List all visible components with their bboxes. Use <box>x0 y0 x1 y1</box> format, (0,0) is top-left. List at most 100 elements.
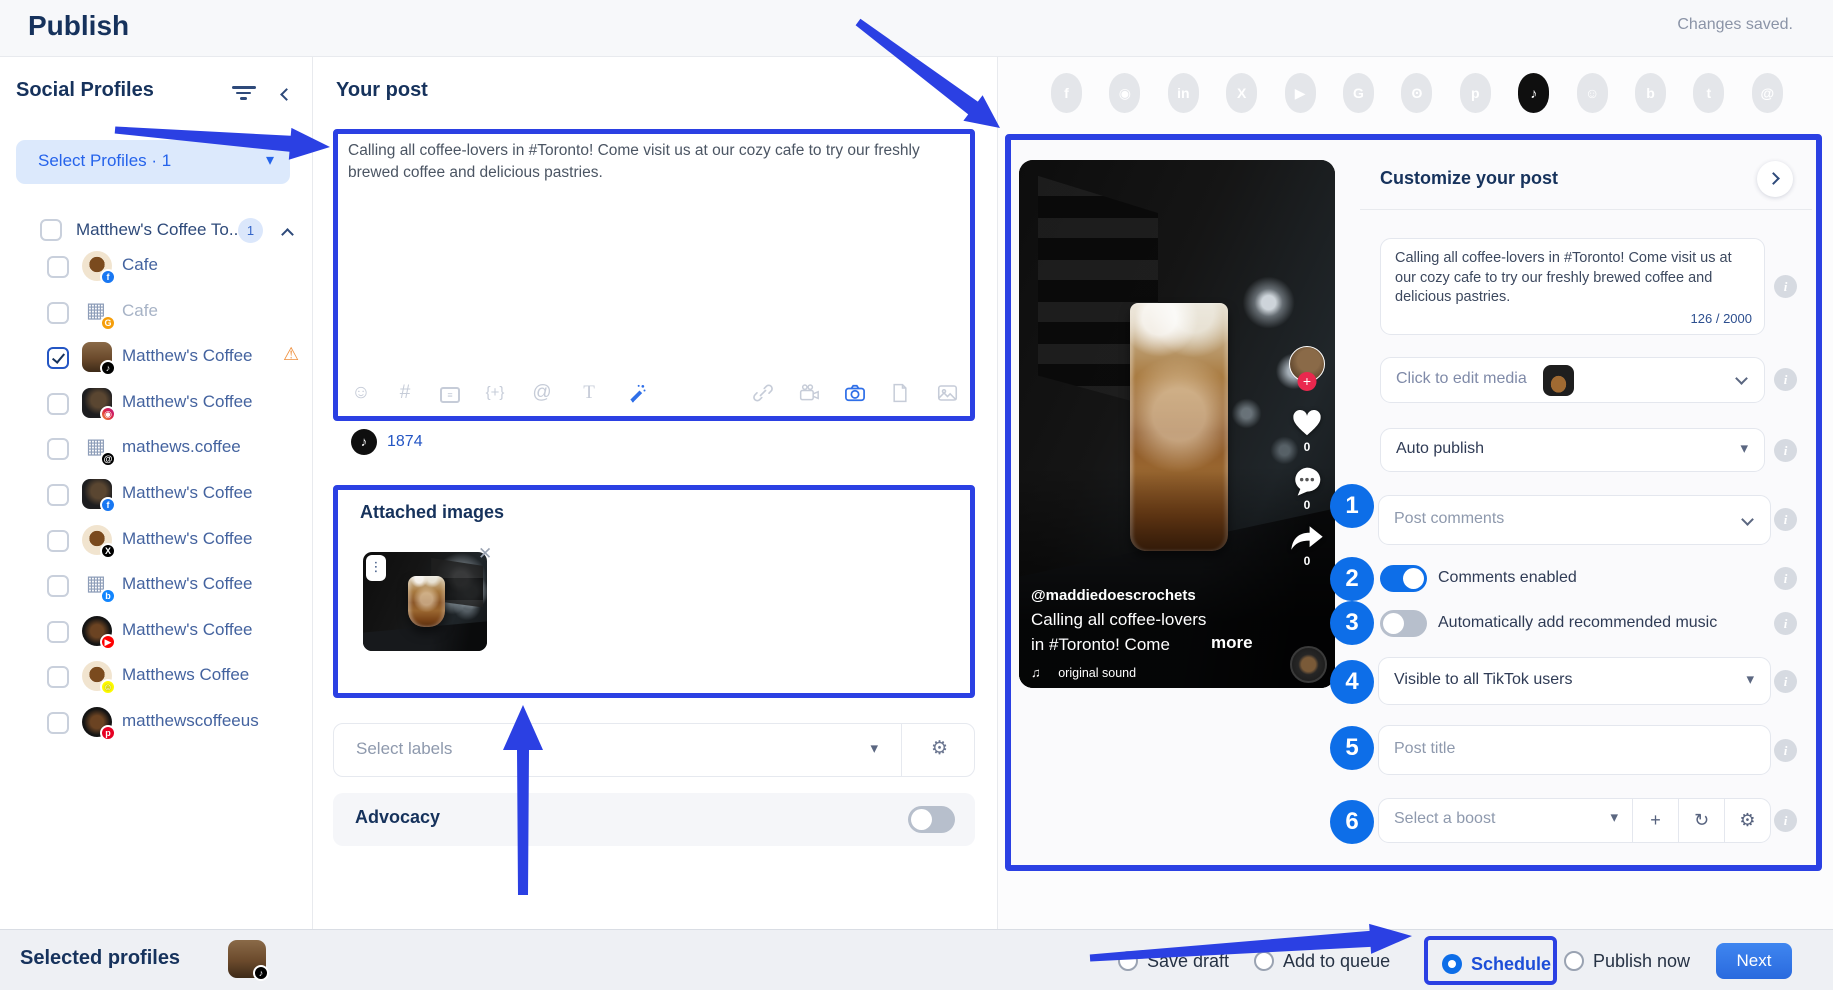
info-icon[interactable]: i <box>1774 739 1797 762</box>
expand-customize-button[interactable] <box>1757 161 1793 197</box>
profile-row[interactable]: GCafe <box>0 293 313 333</box>
customize-caption-field[interactable]: Calling all coffee-lovers in #Toronto! C… <box>1380 238 1765 335</box>
comment-bubble-icon[interactable] <box>1291 466 1323 496</box>
caption-more-link[interactable]: more <box>1211 633 1253 653</box>
info-icon[interactable]: i <box>1774 508 1797 531</box>
profile-checkbox[interactable] <box>47 347 69 369</box>
warning-icon[interactable]: ⚠ <box>283 344 299 365</box>
camera-icon[interactable] <box>842 380 868 406</box>
next-button[interactable]: Next <box>1716 943 1792 979</box>
like-heart-icon[interactable] <box>1290 408 1324 438</box>
add-to-queue-option[interactable]: Add to queue <box>1254 947 1390 975</box>
profile-row[interactable]: ▶Matthew's Coffee <box>0 612 313 652</box>
hashtag-icon[interactable]: # <box>392 380 418 406</box>
profile-checkbox[interactable] <box>47 484 69 506</box>
profile-checkbox[interactable] <box>47 575 69 597</box>
profile-row[interactable]: ♪Matthew's Coffee⚠ <box>0 338 313 378</box>
profile-checkbox[interactable] <box>47 530 69 552</box>
group-checkbox[interactable] <box>40 219 62 241</box>
edit-media-field[interactable]: Click to edit media <box>1380 357 1765 403</box>
pinterest-network-icon[interactable]: p <box>1460 73 1491 113</box>
advocacy-toggle[interactable] <box>908 806 955 833</box>
post-text-box[interactable]: Calling all coffee-lovers in #Toronto! C… <box>333 129 975 421</box>
share-arrow-icon[interactable] <box>1290 524 1324 552</box>
link-icon[interactable] <box>750 380 776 406</box>
schedule-option[interactable]: Schedule <box>1442 950 1551 978</box>
auto-publish-dropdown[interactable]: Auto publish ▾ <box>1380 428 1765 472</box>
save-draft-option[interactable]: Save draft <box>1118 947 1229 975</box>
profile-checkbox[interactable] <box>47 393 69 415</box>
video-icon[interactable] <box>796 380 822 406</box>
profile-checkbox[interactable] <box>47 666 69 688</box>
add-boost-button[interactable]: + <box>1632 799 1678 842</box>
x-network-icon[interactable]: X <box>1226 73 1257 113</box>
profile-row[interactable]: pmatthewscoffeeus <box>0 703 313 743</box>
threads-network-icon[interactable]: @ <box>1752 73 1783 113</box>
profile-checkbox[interactable] <box>47 256 69 278</box>
info-icon[interactable]: i <box>1774 439 1797 462</box>
google-business-network-icon[interactable]: G <box>1343 73 1374 113</box>
recommended-music-toggle[interactable] <box>1380 610 1427 637</box>
youtube-network-icon[interactable]: ▶ <box>1285 73 1316 113</box>
profile-row[interactable]: XMatthew's Coffee <box>0 521 313 561</box>
profile-row[interactable]: bMatthew's Coffee <box>0 566 313 606</box>
profile-row[interactable]: fMatthew's Coffee <box>0 475 313 515</box>
document-icon[interactable] <box>887 380 913 406</box>
media-thumbnail[interactable] <box>1543 365 1574 396</box>
post-text[interactable]: Calling all coffee-lovers in #Toronto! C… <box>348 140 933 185</box>
profile-checkbox[interactable] <box>47 621 69 643</box>
select-labels-dropdown[interactable]: Select labels ▾ ⚙ <box>333 723 975 777</box>
image-icon[interactable] <box>934 380 960 406</box>
profile-avatar[interactable]: + <box>1289 346 1325 382</box>
profile-row[interactable]: fCafe <box>0 247 313 287</box>
publish-now-option[interactable]: Publish now <box>1564 947 1690 975</box>
profile-checkbox[interactable] <box>47 438 69 460</box>
profile-row[interactable]: @mathews.coffee <box>0 429 313 469</box>
collapse-sidebar-icon[interactable] <box>282 86 291 104</box>
refresh-boost-button[interactable]: ↻ <box>1678 799 1724 842</box>
info-icon[interactable]: i <box>1774 275 1797 298</box>
labels-settings-gear-icon[interactable]: ⚙ <box>931 737 948 760</box>
info-icon[interactable]: i <box>1774 809 1797 832</box>
post-comments-dropdown[interactable]: Post comments <box>1378 495 1771 545</box>
saved-captions-icon[interactable]: ≡ <box>437 380 463 406</box>
info-icon[interactable]: i <box>1774 670 1797 693</box>
facebook-network-icon[interactable]: f <box>1051 73 1082 113</box>
variables-icon[interactable]: {+} <box>482 380 508 406</box>
info-icon[interactable]: i <box>1774 612 1797 635</box>
chevron-up-icon[interactable] <box>283 226 292 244</box>
boost-placeholder[interactable]: Select a boost <box>1394 810 1495 828</box>
info-icon[interactable]: i <box>1774 368 1797 391</box>
follow-plus-icon[interactable]: + <box>1298 372 1317 391</box>
publish-now-radio[interactable] <box>1564 951 1584 971</box>
reddit-network-icon[interactable]: ʘ <box>1401 73 1432 113</box>
selected-profile-avatar[interactable]: ♪ <box>228 940 266 978</box>
remove-image-icon[interactable]: ✕ <box>478 544 492 564</box>
text-format-icon[interactable]: T <box>576 380 602 406</box>
post-title-input[interactable]: Post title <box>1378 725 1771 775</box>
instagram-network-icon[interactable]: ◉ <box>1109 73 1140 113</box>
comments-enabled-toggle[interactable] <box>1380 565 1427 592</box>
visibility-dropdown[interactable]: Visible to all TikTok users ▾ <box>1378 657 1771 705</box>
emoji-icon[interactable]: ☺ <box>348 380 374 406</box>
tiktok-network-icon[interactable]: ♪ <box>1518 73 1549 113</box>
profile-checkbox[interactable] <box>47 712 69 734</box>
boost-settings-gear-icon[interactable]: ⚙ <box>1724 799 1770 842</box>
image-options-kebab-icon[interactable]: ⋮ <box>366 555 386 581</box>
profile-row[interactable]: ☺Matthews Coffee <box>0 657 313 697</box>
profile-checkbox[interactable] <box>47 302 69 324</box>
select-profiles-dropdown[interactable]: Select Profiles · 1 ▾ <box>16 140 290 184</box>
linkedin-network-icon[interactable]: in <box>1168 73 1199 113</box>
add-to-queue-radio[interactable] <box>1254 951 1274 971</box>
mention-icon[interactable]: @ <box>529 380 555 406</box>
filter-icon[interactable] <box>232 86 256 102</box>
save-draft-radio[interactable] <box>1118 951 1138 971</box>
ai-assistant-wand-icon[interactable] <box>624 380 650 406</box>
profile-group-row[interactable]: Matthew's Coffee To... 1 <box>0 215 313 247</box>
bluesky-network-icon[interactable]: b <box>1635 73 1666 113</box>
profile-row[interactable]: ◉Matthew's Coffee <box>0 384 313 424</box>
tumblr-network-icon[interactable]: t <box>1693 73 1724 113</box>
schedule-radio[interactable] <box>1442 954 1462 974</box>
snapchat-network-icon[interactable]: ☺ <box>1577 73 1608 113</box>
info-icon[interactable]: i <box>1774 567 1797 590</box>
